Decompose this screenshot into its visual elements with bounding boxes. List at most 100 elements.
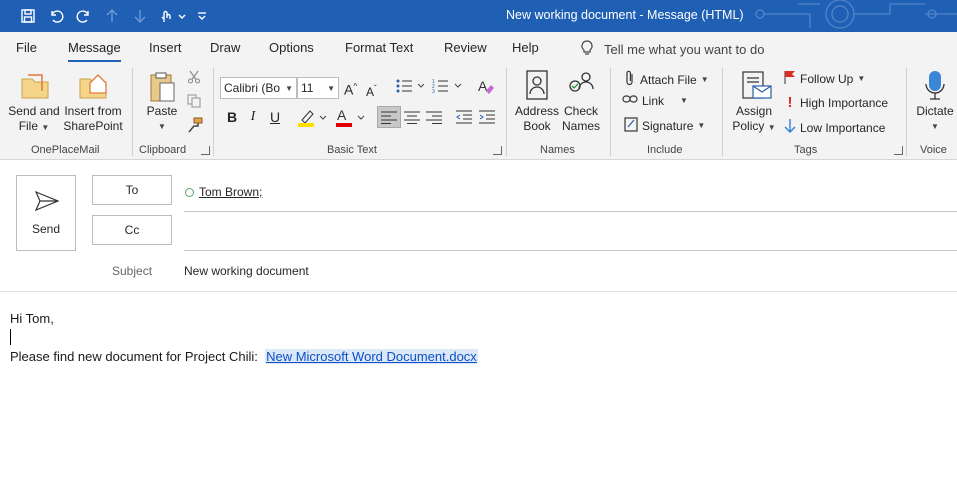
clear-formatting-icon[interactable]: A [477,77,495,98]
to-field-underline [184,211,957,212]
tab-draw[interactable]: Draw [210,40,240,55]
cc-button[interactable]: Cc [92,215,172,245]
high-importance-label: High Importance [800,95,889,110]
group-separator [610,68,611,156]
low-importance-label: Low Importance [800,120,886,135]
tell-me-search[interactable]: Tell me what you want to do [580,40,764,59]
link-button[interactable]: Link ▼ [622,93,688,108]
font-name-select[interactable]: Calibri (Bo ▼ [220,77,297,99]
chevron-down-icon: ▼ [158,122,166,131]
tab-format-text[interactable]: Format Text [345,40,413,55]
signature-icon [624,116,638,135]
tab-message[interactable]: Message [68,40,121,63]
font-color-icon[interactable]: A [334,107,370,131]
align-center-icon[interactable] [404,111,420,127]
touch-mode-icon[interactable] [156,5,190,27]
chevron-down-icon: ▼ [697,121,706,130]
tab-help[interactable]: Help [512,40,539,55]
grow-font-icon[interactable]: A^ [344,79,357,98]
tags-launcher-icon[interactable] [894,146,903,155]
send-and-file-icon [20,71,50,104]
group-separator [132,68,133,156]
check-names-icon [566,69,598,104]
bullets-icon[interactable] [396,78,426,97]
increase-indent-icon[interactable] [479,110,495,127]
group-separator [722,68,723,156]
chevron-down-icon: ▼ [700,75,709,84]
tab-options[interactable]: Options [269,40,314,55]
tell-me-text: Tell me what you want to do [604,42,765,57]
tab-insert[interactable]: Insert [149,40,182,55]
group-label-names: Names [540,144,575,156]
highlight-color-icon[interactable] [296,108,332,131]
basic-text-launcher-icon[interactable] [493,146,502,155]
group-separator [906,68,907,156]
insert-sharepoint-label-2: SharePoint [63,119,123,133]
paste-label: Paste [146,104,178,118]
send-label: Send [31,222,61,236]
chevron-down-icon: ▼ [41,123,50,132]
address-book-icon [525,70,549,103]
up-arrow-icon[interactable] [100,5,124,27]
send-button[interactable]: Send [16,175,76,251]
attach-file-button[interactable]: Attach File ▼ [624,70,709,89]
lightbulb-icon [580,40,594,59]
numbering-icon[interactable]: 123 [432,78,464,97]
check-names-label-1: Check [563,104,598,118]
to-button[interactable]: To [92,175,172,205]
italic-icon[interactable]: I [243,109,263,125]
assign-policy-label-1: Assign [735,104,773,118]
microphone-icon [924,70,946,105]
subject-label: Subject [112,264,153,278]
down-arrow-icon[interactable] [128,5,152,27]
group-label-tags: Tags [794,144,818,156]
address-book-label-1: Address [514,104,560,118]
signature-button[interactable]: Signature ▼ [624,116,705,135]
decrease-indent-icon[interactable] [456,110,472,127]
cc-field[interactable] [184,215,957,247]
high-importance-button[interactable]: ! High Importance [784,94,889,111]
font-name-value: Calibri (Bo [224,81,281,95]
chevron-down-icon: ▼ [857,74,866,83]
paste-icon [148,71,176,106]
save-icon[interactable] [16,5,40,27]
follow-up-button[interactable]: Follow Up ▼ [784,70,865,87]
chevron-down-icon: ▼ [767,123,776,132]
down-arrow-icon [784,118,796,137]
attach-file-label: Attach File [640,72,697,87]
redo-icon[interactable] [72,5,96,27]
subject-field[interactable]: New working document [184,264,309,278]
align-right-icon[interactable] [426,111,442,127]
group-label-include: Include [647,144,683,156]
shrink-font-icon[interactable]: Aˇ [366,81,377,100]
undo-icon[interactable] [44,5,68,27]
customize-icon[interactable] [194,5,210,27]
tab-file[interactable]: File [16,40,37,55]
ribbon-tabs: File Message Insert Draw Options Format … [0,32,957,63]
check-names-label-2: Names [561,119,600,133]
send-and-file-label-2: File [18,119,39,133]
clipboard-launcher-icon[interactable] [201,146,210,155]
title-decoration [750,0,957,32]
low-importance-button[interactable]: Low Importance [784,118,885,137]
group-label-oneplacemail: OnePlaceMail [31,144,100,156]
cut-icon[interactable] [187,70,201,87]
chevron-down-icon: ▼ [285,83,293,93]
font-size-value: 11 [301,81,314,95]
insert-sharepoint-label-1: Insert from [64,104,122,118]
recipient-chip[interactable]: Tom Brown; [199,185,262,199]
underline-icon[interactable]: U [265,109,285,125]
copy-icon[interactable] [187,94,201,111]
document-link[interactable]: New Microsoft Word Document.docx [265,349,478,364]
to-field[interactable]: Tom Brown; [185,185,262,199]
message-body[interactable] [0,292,957,497]
align-left-icon[interactable] [381,111,397,127]
chevron-down-icon: ▼ [327,83,335,93]
format-painter-icon[interactable] [187,117,203,136]
link-label: Link [642,93,665,108]
group-separator [213,68,214,156]
bold-icon[interactable]: B [222,109,242,125]
font-size-select[interactable]: 11 ▼ [297,77,339,99]
assign-policy-label-2: Policy [732,119,765,133]
tab-review[interactable]: Review [444,40,487,55]
